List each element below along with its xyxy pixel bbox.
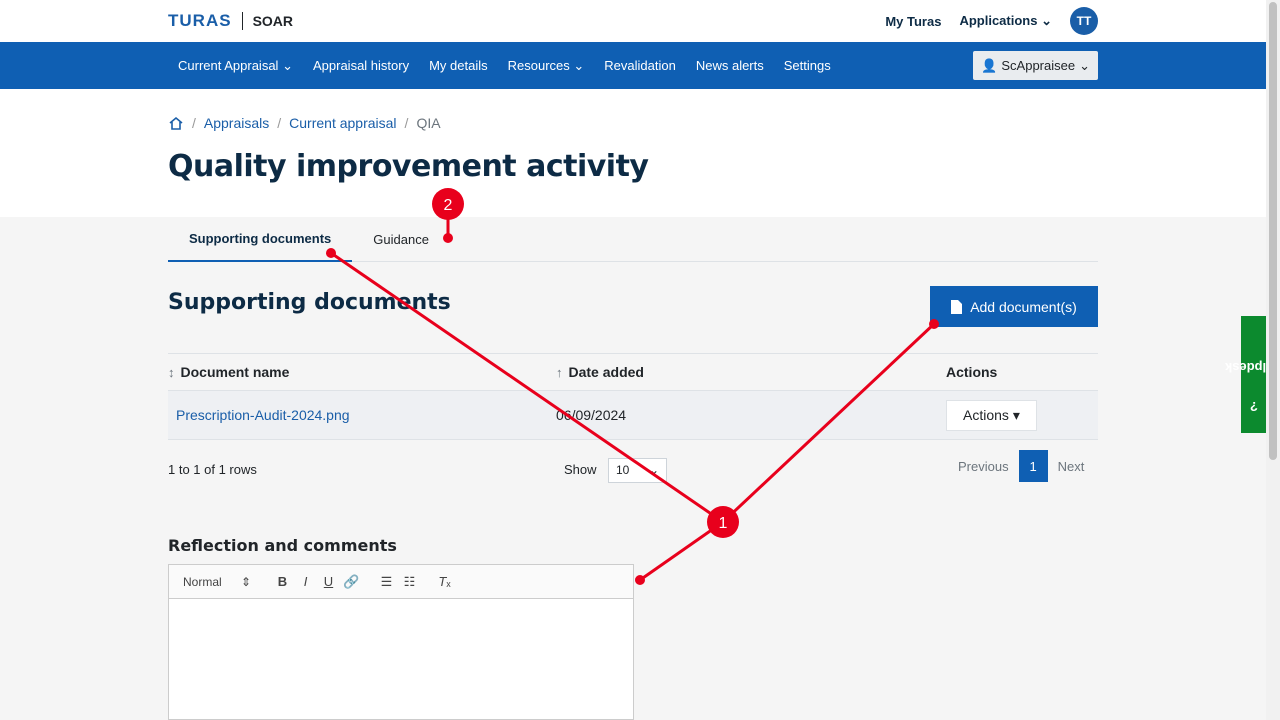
nav-label: Current Appraisal [178, 57, 279, 73]
caret-down-icon: ▾ [1012, 406, 1020, 423]
helpdesk-tab[interactable]: ? Helpdesk [1225, 316, 1280, 433]
main-nav: Current Appraisal ⌄ Appraisal history My… [0, 42, 1266, 89]
nav-my-details[interactable]: My details [419, 58, 498, 73]
add-documents-label: Add document(s) [970, 298, 1077, 315]
turas-logo[interactable]: TURAS SOAR [168, 11, 293, 31]
page-1-button[interactable]: 1 [1018, 450, 1048, 482]
bold-icon[interactable]: B [271, 574, 294, 589]
document-link[interactable]: Prescription-Audit-2024.png [176, 407, 350, 423]
annotation-label-1: 1 [719, 515, 728, 532]
home-icon[interactable] [168, 116, 184, 131]
nav-current-appraisal[interactable]: Current Appraisal ⌄ [168, 58, 303, 74]
page-size-value: 10 [616, 463, 630, 477]
tab-supporting-documents[interactable]: Supporting documents [168, 217, 353, 262]
user-icon: 👤 [981, 57, 998, 73]
breadcrumb-separator: / [192, 115, 196, 131]
tab-bar: Supporting documents Guidance [168, 217, 1098, 262]
scrollbar[interactable] [1266, 0, 1280, 720]
page-header: / Appraisals / Current appraisal / QIA Q… [0, 89, 1266, 217]
app-name: SOAR [252, 13, 294, 29]
table-header: ↕ Document name ↑ Date added Actions [168, 353, 1098, 391]
chevron-down-icon: ⌄ [1079, 57, 1090, 73]
ordered-list-icon[interactable]: ☰ [375, 574, 398, 590]
nav-label: Resources [507, 57, 570, 73]
applications-label: Applications [959, 13, 1038, 28]
annotation-marker-1 [707, 506, 739, 538]
header-label: Document name [180, 364, 290, 380]
format-value: Normal [183, 574, 222, 589]
breadcrumb-separator: / [404, 115, 409, 131]
header-label: Date added [568, 364, 644, 380]
page-title: Quality improvement activity [168, 149, 649, 184]
sort-icon: ↕ [168, 364, 175, 380]
actions-label: Actions [963, 407, 1009, 423]
sort-asc-icon: ↑ [556, 364, 563, 380]
pagination: Previous 1 Next [948, 450, 1094, 482]
user-name: ScAppraisee [1001, 58, 1076, 73]
breadcrumb-separator: / [277, 115, 282, 131]
my-turas-link[interactable]: My Turas [885, 14, 941, 29]
nav-revalidation[interactable]: Revalidation [594, 58, 686, 73]
breadcrumb-current-appraisal[interactable]: Current appraisal [289, 115, 396, 131]
section-title: Supporting documents [168, 290, 451, 315]
reflection-label: Reflection and comments [168, 536, 397, 555]
chevron-down-icon: ⌄ [282, 57, 293, 73]
reflection-editor[interactable]: Normal ⇕ B I U 🔗 ☰ ☷ Tₓ [168, 564, 634, 720]
help-icon: ? [1249, 398, 1258, 414]
top-links: My Turas Applications ⌄ TT [885, 7, 1098, 35]
documents-table: ↕ Document name ↑ Date added Actions Presc… [168, 353, 1098, 440]
tab-guidance[interactable]: Guidance [352, 217, 450, 261]
italic-icon[interactable]: I [294, 574, 317, 589]
header-date-added[interactable]: ↑ Date added [556, 364, 946, 380]
header-document-name[interactable]: ↕ Document name [168, 364, 556, 380]
previous-page-button[interactable]: Previous [948, 450, 1019, 482]
user-menu-button[interactable]: 👤 ScAppraisee ⌄ [973, 51, 1098, 80]
breadcrumb-appraisals[interactable]: Appraisals [204, 115, 269, 131]
link-icon[interactable]: 🔗 [340, 574, 363, 590]
turas-logo-text: TURAS [168, 11, 232, 30]
breadcrumb: / Appraisals / Current appraisal / QIA [168, 115, 441, 131]
row-actions-button[interactable]: Actions ▾ [946, 399, 1037, 431]
chevron-down-icon: ⌄ [573, 57, 585, 73]
show-label: Show [564, 462, 597, 477]
top-bar: TURAS SOAR My Turas Applications ⌄ TT [0, 0, 1266, 42]
nav-appraisal-history[interactable]: Appraisal history [303, 58, 419, 73]
nav-settings[interactable]: Settings [774, 58, 841, 73]
date-added-cell: 06/09/2024 [556, 407, 627, 423]
nav-resources[interactable]: Resources ⌄ [498, 58, 595, 74]
applications-menu[interactable]: Applications ⌄ [959, 13, 1052, 29]
header-actions: Actions [946, 364, 998, 380]
format-select[interactable]: Normal ⇕ [169, 575, 259, 589]
editor-toolbar: Normal ⇕ B I U 🔗 ☰ ☷ Tₓ [169, 565, 633, 599]
add-documents-button[interactable]: Add document(s) [930, 286, 1098, 327]
page-size-select[interactable]: 10 ⌄ [608, 458, 667, 483]
rows-info: 1 to 1 of 1 rows [168, 462, 257, 477]
avatar[interactable]: TT [1070, 7, 1098, 35]
nav-news-alerts[interactable]: News alerts [686, 58, 774, 73]
logo-divider [241, 12, 243, 30]
next-page-button[interactable]: Next [1048, 450, 1095, 482]
annotation-line [639, 520, 724, 582]
annotation-dot [635, 575, 645, 585]
clear-format-icon[interactable]: Tₓ [433, 574, 456, 589]
chevron-down-icon: ⌄ [1041, 13, 1052, 28]
scrollbar-thumb[interactable] [1269, 2, 1277, 460]
document-icon [951, 299, 963, 314]
updown-icon: ⇕ [240, 574, 251, 589]
chevron-down-icon: ⌄ [648, 463, 659, 477]
underline-icon[interactable]: U [317, 574, 340, 589]
breadcrumb-current: QIA [416, 115, 441, 131]
bullet-list-icon[interactable]: ☷ [398, 574, 421, 590]
table-row: Prescription-Audit-2024.png 06/09/2024 A… [168, 391, 1098, 440]
